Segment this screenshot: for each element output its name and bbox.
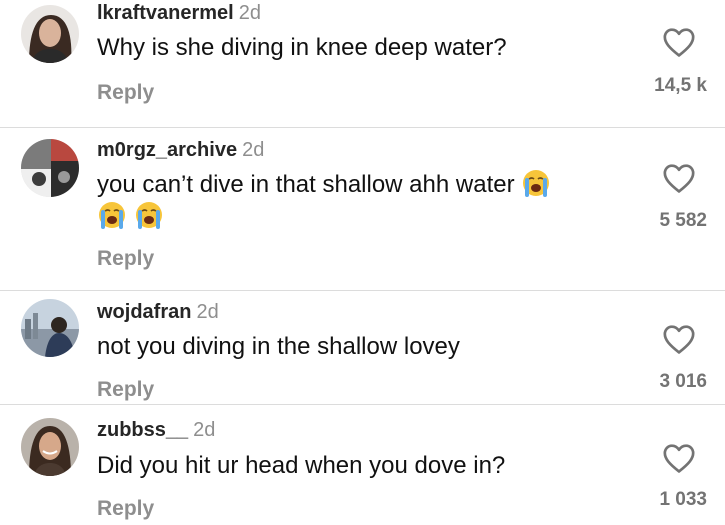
avatar[interactable] [21, 418, 79, 476]
reply-button[interactable]: Reply [97, 377, 154, 403]
comment-item: m0rgz_archive 2d you can’t dive in that s… [0, 128, 725, 290]
username[interactable]: wojdafran [97, 301, 191, 323]
comment-meta: wojdafran 2d [97, 300, 219, 324]
reply-button[interactable]: Reply [97, 80, 154, 106]
username[interactable]: m0rgz_archive [97, 139, 237, 161]
heart-icon[interactable] [662, 26, 696, 58]
comment-text-line: you can’t dive in that shallow ahh water [97, 171, 515, 198]
like-count: 14,5 k [654, 75, 707, 96]
comment-text-emoji-line [97, 200, 164, 234]
timestamp: 2d [242, 139, 265, 161]
like-count: 5 582 [659, 210, 707, 231]
reply-button[interactable]: Reply [97, 246, 154, 272]
comment-text: Did you hit ur head when you dove in? [97, 452, 506, 479]
heart-icon[interactable] [662, 162, 696, 194]
heart-icon[interactable] [662, 442, 696, 474]
comment-item: zubbss__ 2d Did you hit ur head when you … [0, 405, 725, 525]
loudly-crying-face-icon [99, 202, 125, 229]
like-count: 1 033 [659, 489, 707, 510]
comment-list: lkraftvanermel 2d Why is she diving in kn… [0, 0, 725, 525]
comment-text: not you diving in the shallow lovey [97, 333, 460, 360]
avatar[interactable] [21, 5, 79, 63]
profile-photo-icon [21, 139, 79, 197]
comment-meta: zubbss__ 2d [97, 418, 215, 442]
comment-meta: m0rgz_archive 2d [97, 138, 264, 162]
profile-photo-icon [21, 418, 79, 476]
comment-meta: lkraftvanermel 2d [97, 1, 261, 25]
comment-text: Why is she diving in knee deep water? [97, 34, 507, 61]
comment-text: you can’t dive in that shallow ahh water [97, 168, 551, 202]
loudly-crying-face-icon [523, 170, 550, 197]
avatar[interactable] [21, 299, 79, 357]
like-count: 3 016 [659, 371, 707, 392]
username[interactable]: lkraftvanermel [97, 2, 234, 24]
profile-photo-icon [21, 5, 79, 63]
comment-item: lkraftvanermel 2d Why is she diving in kn… [0, 0, 725, 125]
profile-photo-icon [21, 299, 79, 357]
timestamp: 2d [238, 2, 261, 24]
heart-icon[interactable] [662, 323, 696, 355]
avatar[interactable] [21, 139, 79, 197]
loudly-crying-face-icon [135, 202, 162, 229]
reply-button[interactable]: Reply [97, 496, 154, 522]
timestamp: 2d [193, 419, 216, 441]
username[interactable]: zubbss__ [97, 419, 188, 441]
comment-item: wojdafran 2d not you diving in the shallo… [0, 291, 725, 404]
timestamp: 2d [196, 301, 219, 323]
